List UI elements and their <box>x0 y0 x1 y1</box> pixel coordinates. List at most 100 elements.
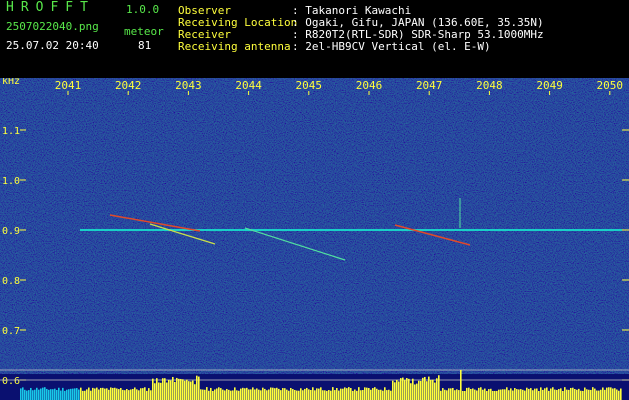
time-tick-label: 2046 <box>356 79 383 92</box>
power-bar <box>184 380 186 400</box>
power-bar <box>278 388 280 400</box>
power-bar <box>178 378 180 400</box>
power-bar <box>426 381 428 400</box>
power-bar <box>384 387 386 400</box>
power-bar <box>280 390 282 400</box>
power-bar <box>298 390 300 400</box>
power-bar <box>436 378 438 400</box>
power-bar <box>432 379 434 400</box>
power-bar <box>42 387 44 400</box>
power-bar <box>434 382 436 400</box>
power-bar <box>180 378 182 400</box>
power-bar <box>172 376 174 400</box>
power-bar <box>572 387 574 400</box>
power-bar <box>486 390 488 400</box>
power-bar <box>250 389 252 400</box>
power-bar <box>132 388 134 400</box>
power-bar <box>66 389 68 400</box>
power-bar <box>530 388 532 400</box>
power-bar <box>146 390 148 400</box>
power-bar <box>544 388 546 400</box>
power-bar <box>600 389 602 400</box>
power-bar <box>438 375 440 400</box>
power-bar <box>442 388 444 400</box>
power-bar <box>20 388 22 400</box>
power-bar <box>456 389 458 400</box>
power-bar <box>166 382 168 400</box>
power-bar <box>194 384 196 400</box>
power-bar <box>286 389 288 400</box>
power-bar <box>336 388 338 400</box>
power-bar <box>46 388 48 400</box>
power-bar <box>248 389 250 400</box>
freq-unit-label: kHz <box>2 78 20 87</box>
power-bar <box>22 387 24 400</box>
spectrogram-plot[interactable]: kHz 2041 2042 2043 2044 2045 2046 2047 2048 2049… <box>0 78 629 400</box>
power-bar <box>30 387 32 400</box>
power-bar <box>224 390 226 400</box>
power-bar <box>52 389 54 400</box>
power-bar <box>24 389 26 400</box>
power-bar <box>332 387 334 400</box>
power-bar <box>592 387 594 400</box>
power-bar <box>468 387 470 400</box>
power-bar <box>476 390 478 400</box>
power-bar <box>230 390 232 400</box>
power-bar <box>424 376 426 400</box>
power-bar <box>218 387 220 400</box>
power-bar <box>376 388 378 400</box>
power-bar <box>506 387 508 400</box>
file-name: 2507022040.png <box>6 20 99 33</box>
meteor-count-value: 81 <box>138 39 152 52</box>
power-bar <box>156 378 158 400</box>
power-bar <box>82 390 84 400</box>
power-bar <box>540 387 542 400</box>
power-bar <box>380 389 382 400</box>
power-bar <box>608 387 610 400</box>
power-bar <box>562 390 564 400</box>
power-bar <box>188 381 190 400</box>
power-bar <box>276 387 278 400</box>
power-bar <box>62 387 64 400</box>
power-bar <box>198 376 200 400</box>
time-tick-label: 2049 <box>536 79 563 92</box>
power-bar <box>240 388 242 400</box>
power-bar <box>584 387 586 400</box>
power-bar <box>262 387 264 400</box>
power-bar <box>152 378 154 400</box>
power-bar <box>296 390 298 400</box>
power-bar <box>72 388 74 400</box>
power-bar <box>356 390 358 400</box>
power-bar <box>554 389 556 400</box>
power-bar <box>366 387 368 400</box>
power-bar <box>448 388 450 400</box>
power-bar <box>464 390 466 400</box>
power-bar <box>330 390 332 400</box>
power-bar <box>516 389 518 400</box>
power-bar <box>234 387 236 400</box>
power-bar <box>576 389 578 400</box>
power-bar <box>322 390 324 400</box>
power-bar <box>494 390 496 400</box>
app-title: HROFFT <box>6 0 95 15</box>
power-bar <box>360 390 362 400</box>
power-bar <box>110 387 112 400</box>
power-bar <box>472 388 474 400</box>
power-bar <box>206 387 208 400</box>
power-bar <box>430 379 432 400</box>
power-bar <box>324 390 326 400</box>
freq-tick-label: 0.6 <box>2 376 20 387</box>
power-bar <box>568 389 570 400</box>
power-bar <box>74 388 76 400</box>
antenna-label: Receiving antenna <box>178 40 291 53</box>
power-bar <box>264 388 266 400</box>
power-bar <box>50 389 52 400</box>
power-bar <box>38 389 40 400</box>
power-bar <box>136 389 138 400</box>
power-bar <box>140 388 142 400</box>
power-bar <box>404 380 406 400</box>
power-bar <box>226 388 228 400</box>
power-bar <box>386 390 388 400</box>
power-bar <box>28 390 30 400</box>
noise-texture <box>0 78 629 374</box>
